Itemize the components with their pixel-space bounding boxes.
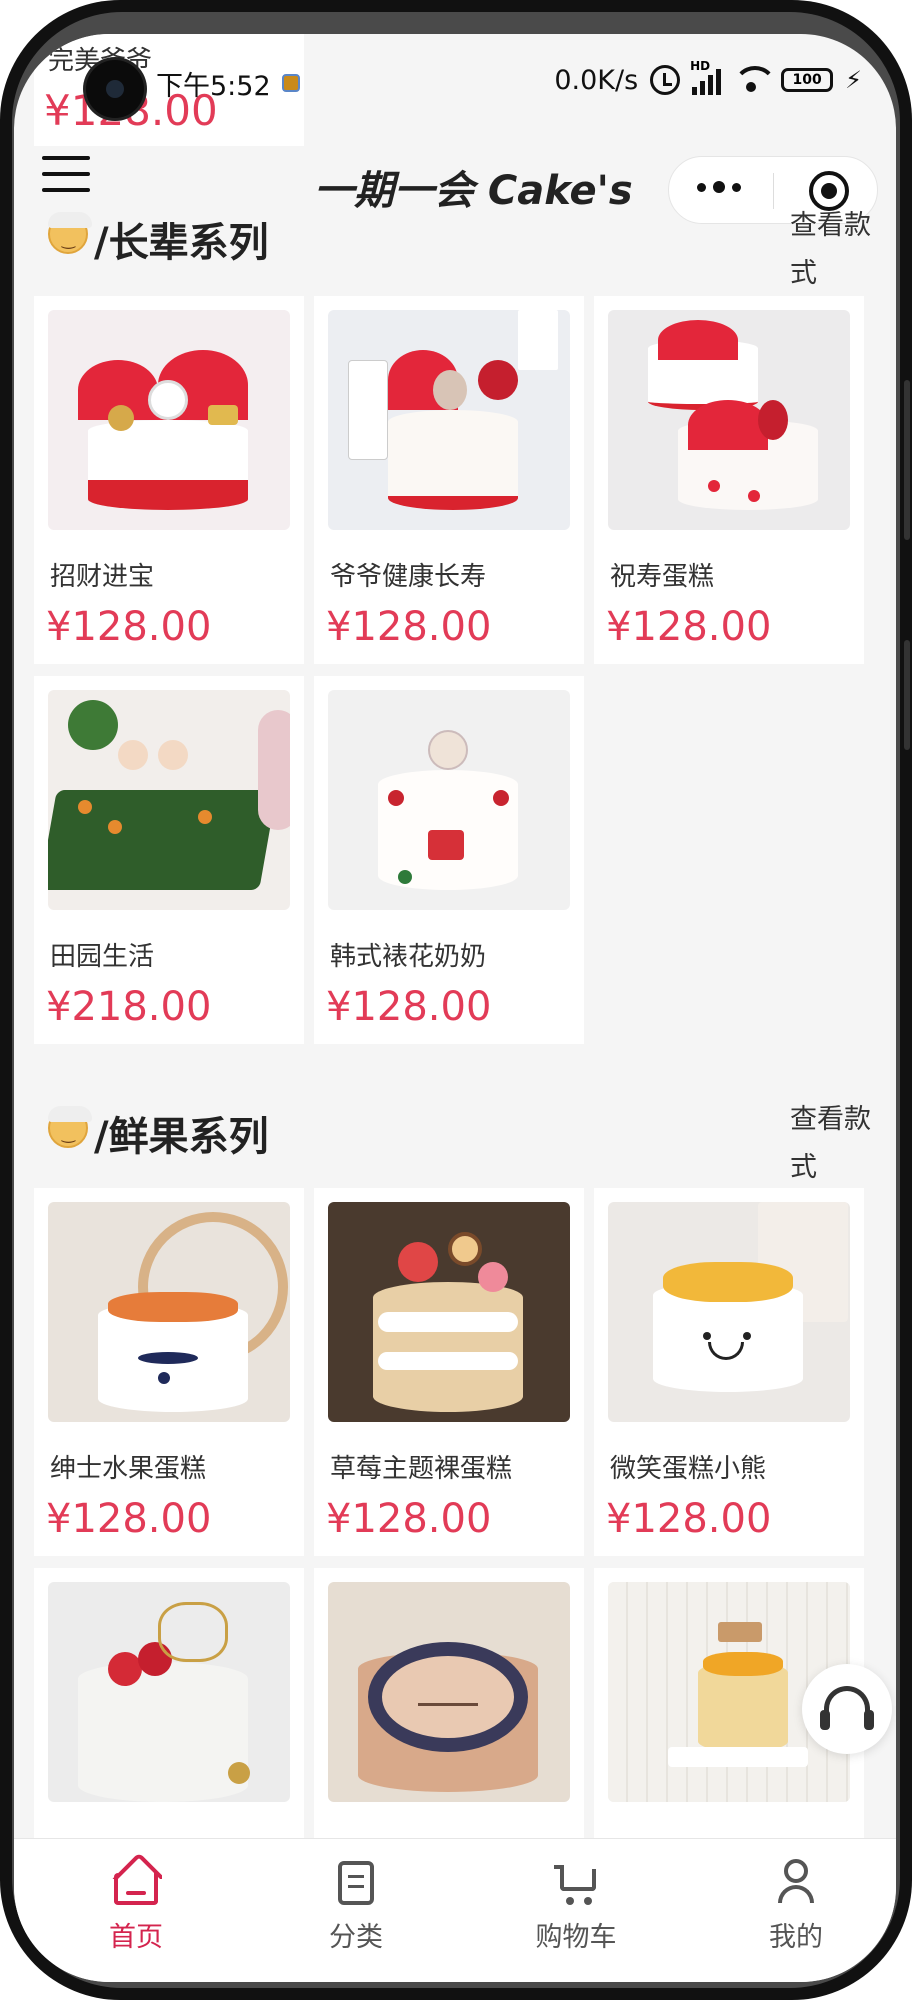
tab-cart[interactable]: 购物车	[466, 1839, 686, 1969]
cart-icon	[554, 1865, 598, 1909]
product-image[interactable]	[48, 310, 290, 530]
profile-icon	[774, 1859, 818, 1903]
product-image[interactable]	[48, 690, 290, 910]
tab-profile[interactable]: 我的	[686, 1839, 896, 1969]
product-image[interactable]	[328, 690, 570, 910]
status-time: 下午5:52	[156, 71, 271, 102]
network-speed: 0.0K/s	[554, 64, 639, 96]
tab-label: 我的	[769, 1922, 823, 1953]
product-name: 祝寿蛋糕	[610, 562, 715, 592]
section-elder-series: /长辈系列 查看款式 招财进宝 ¥128.00	[14, 194, 896, 1044]
product-grid: 绅士水果蛋糕 ¥128.00 草莓主题裸蛋糕 ¥128.00 微笑蛋糕小熊 ¥1…	[34, 1188, 876, 1948]
product-name: 草莓主题裸蛋糕	[330, 1454, 513, 1484]
product-name: 韩式裱花奶奶	[330, 942, 487, 972]
product-card[interactable]: 爷爷健康长寿 ¥128.00	[314, 296, 584, 664]
product-price: ¥128.00	[326, 984, 492, 1030]
product-grid: 招财进宝 ¥128.00 爷爷健康长寿 ¥128.00 祝寿蛋糕 ¥128.00…	[34, 296, 876, 1046]
product-image[interactable]	[608, 310, 850, 530]
product-card[interactable]: 招财进宝 ¥128.00	[34, 296, 304, 664]
tab-category[interactable]: 分类	[246, 1839, 466, 1969]
section-title: /长辈系列	[94, 220, 269, 266]
product-name: 招财进宝	[50, 562, 155, 592]
tab-label: 分类	[329, 1922, 383, 1953]
battery-icon: 100	[781, 68, 834, 92]
product-card[interactable]: 祝寿蛋糕 ¥128.00	[594, 296, 864, 664]
power-button	[904, 380, 910, 540]
section-title: /鲜果系列	[94, 1114, 269, 1160]
product-card[interactable]: 韩式裱花奶奶 ¥128.00	[314, 676, 584, 1044]
charging-icon: ⚡	[845, 66, 862, 94]
alarm-icon	[650, 65, 681, 95]
section-fresh-fruit-series: /鲜果系列 查看款式 绅士水果蛋糕 ¥128.00	[14, 1088, 896, 1936]
old-man-emoji-icon	[48, 212, 92, 254]
product-image[interactable]	[328, 1202, 570, 1422]
product-price: ¥128.00	[326, 1496, 492, 1542]
notification-icon	[282, 74, 300, 92]
product-price: ¥128.00	[326, 604, 492, 650]
product-image[interactable]	[608, 1202, 850, 1422]
wifi-icon	[733, 66, 778, 94]
old-man-emoji-icon	[48, 1106, 92, 1148]
menu-icon[interactable]	[42, 156, 90, 196]
product-card[interactable]: 微笑蛋糕小熊 ¥128.00	[594, 1188, 864, 1556]
status-bar: 完美爷爷 ¥128.00 下午5:52 0.0K/s HD 100 ⚡	[14, 34, 896, 146]
bottom-tab-bar: 首页 分类 购物车 我的	[14, 1838, 896, 1982]
product-image[interactable]	[48, 1582, 290, 1802]
hd-label: HD	[690, 59, 711, 73]
customer-service-button[interactable]	[802, 1664, 892, 1754]
view-styles-link[interactable]: 查看款式	[790, 1096, 886, 1192]
more-options-icon[interactable]	[697, 181, 741, 193]
product-image[interactable]	[328, 310, 570, 530]
status-indicators: 0.0K/s HD 100 ⚡	[554, 59, 862, 98]
tab-label: 首页	[109, 1922, 163, 1953]
tab-home[interactable]: 首页	[26, 1839, 246, 1969]
product-card[interactable]: 绅士水果蛋糕 ¥128.00	[34, 1188, 304, 1556]
app-screen: 完美爷爷 ¥128.00 下午5:52 0.0K/s HD 100 ⚡	[14, 34, 896, 1982]
phone-frame: 完美爷爷 ¥128.00 下午5:52 0.0K/s HD 100 ⚡	[0, 0, 912, 2000]
section-header: /鲜果系列 查看款式	[14, 1088, 896, 1198]
product-price: ¥128.00	[46, 1496, 212, 1542]
category-icon	[338, 1861, 374, 1905]
product-image[interactable]	[328, 1582, 570, 1802]
section-header: /长辈系列 查看款式	[14, 194, 896, 304]
product-card[interactable]: 田园生活 ¥218.00	[34, 676, 304, 1044]
product-price: ¥218.00	[46, 984, 212, 1030]
product-name: 绅士水果蛋糕	[50, 1454, 207, 1484]
product-price: ¥128.00	[606, 604, 772, 650]
product-card[interactable]: 草莓主题裸蛋糕 ¥128.00	[314, 1188, 584, 1556]
front-camera	[86, 60, 144, 118]
signal-icon: HD	[690, 59, 722, 95]
tab-label: 购物车	[535, 1922, 617, 1953]
product-name: 田园生活	[50, 942, 155, 972]
volume-button	[904, 640, 910, 750]
product-price: ¥128.00	[606, 1496, 772, 1542]
product-name: 爷爷健康长寿	[330, 562, 487, 592]
product-price: ¥128.00	[46, 604, 212, 650]
product-name: 微笑蛋糕小熊	[610, 1454, 767, 1484]
product-image[interactable]	[48, 1202, 290, 1422]
view-styles-link[interactable]: 查看款式	[790, 202, 886, 298]
